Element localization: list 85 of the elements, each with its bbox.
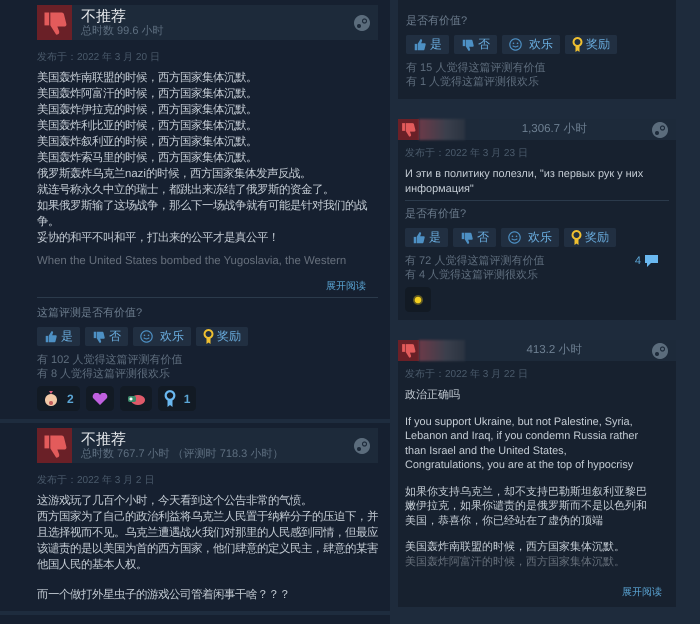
faded-text: When the United States bombed the Yugoslavia, the Western bbox=[37, 254, 346, 269]
playtime: 1,306.7 小时 bbox=[520, 123, 588, 136]
read-more-link[interactable]: 展开阅读 bbox=[622, 584, 676, 598]
vote-button[interactable]: 是 bbox=[406, 35, 449, 54]
steam-logo-icon bbox=[354, 14, 370, 30]
award-chip[interactable] bbox=[120, 386, 152, 411]
review-text: 美国轰炸伊拉克的时候，西方国家集体沉默。 bbox=[37, 102, 258, 118]
speech-bubble-icon bbox=[644, 254, 659, 268]
smiley-icon bbox=[509, 38, 522, 51]
vote-button[interactable]: 欢乐 bbox=[501, 228, 559, 247]
review-text: If you support Ukraine, but not Palestine, Syria, Lebanon and Iraq, if you condemn Russia rather than Israel and the United States, bbox=[405, 414, 640, 458]
medal-icon bbox=[571, 230, 582, 245]
review-text: 如果俄罗斯输了这场战争，那么下一场战争就有可能是针对我们的战争。 bbox=[37, 198, 368, 230]
review-text: 这游戏玩了几百个小时，今天看到这个公告非常的气愤。 bbox=[37, 493, 313, 509]
playtime: 413.2 小时 bbox=[526, 344, 584, 357]
review-verdict: 不推荐 bbox=[81, 430, 127, 448]
heart-icon bbox=[92, 392, 108, 404]
vote-button[interactable]: 奖励 bbox=[564, 228, 616, 247]
vote-button[interactable]: 欢乐 bbox=[133, 327, 191, 346]
vote-count-text: 有 4 人觉得这篇评测很欢乐 bbox=[405, 268, 540, 282]
thumbs-up-icon bbox=[413, 38, 427, 52]
read-more-link[interactable]: 展开阅读 bbox=[326, 279, 378, 293]
faded-text: 美国轰炸阿富汗的时候，西方国家集体沉默。 bbox=[404, 554, 625, 570]
award-chip[interactable] bbox=[86, 386, 114, 411]
vote-button[interactable]: 否 bbox=[454, 35, 497, 54]
review-text: 而一个做打外星虫子的游戏公司管着闲事干啥？？？ bbox=[37, 587, 291, 603]
review-text: 美国轰炸南联盟的时候，西方国家集体沉默。 bbox=[37, 70, 258, 86]
thumbs-down-icon bbox=[461, 38, 475, 52]
review-text: 美国轰炸利比亚的时候，西方国家集体沉默。 bbox=[37, 118, 258, 134]
redacted-name bbox=[419, 119, 465, 140]
posted-date: 发布于：2022 年 3 月 22 日 bbox=[404, 368, 529, 381]
review-text: 如果你支持乌克兰，却不支持巴勒斯坦叙利亚黎巴嫩伊拉克，如果你谴责的是俄罗斯而不是以色列和美国，恭喜你，你已经站在了虚伪的顶端 bbox=[405, 484, 648, 528]
face-icon bbox=[43, 390, 59, 407]
vote-button[interactable]: 否 bbox=[85, 327, 128, 346]
thumbs-up-icon bbox=[44, 330, 58, 344]
vote-count-text: 有 102 人觉得这篇评测有价值 bbox=[37, 353, 182, 367]
helpful-question: 是否有价值? bbox=[405, 207, 468, 221]
medal-icon bbox=[203, 329, 214, 344]
thumbs-down-icon bbox=[92, 330, 106, 344]
review-text: 妥协的和平不叫和平，打出来的公平才是真公平！ bbox=[37, 230, 280, 246]
vote-button[interactable]: 是 bbox=[405, 228, 448, 247]
playtime: 总时数 767.7 小时 （评测时 718.3 小时） bbox=[81, 448, 284, 460]
ribbon-icon bbox=[164, 390, 176, 407]
playtime: 总时数 99.6 小时 bbox=[81, 24, 165, 38]
review-text: 美国轰炸南联盟的时候，西方国家集体沉默。 bbox=[405, 540, 626, 554]
review-text: 就连号称永久中立的瑞士，都跳出来冻结了俄罗斯的资金了。 bbox=[37, 182, 335, 198]
smiley-icon bbox=[140, 330, 153, 343]
vote-button[interactable]: 否 bbox=[453, 228, 496, 247]
review-text: 美国轰炸阿富汗的时候，西方国家集体沉默。 bbox=[37, 86, 258, 102]
medal-icon bbox=[572, 37, 583, 52]
helpful-question: 这篇评测是否有价值? bbox=[37, 306, 144, 320]
steam-logo-icon bbox=[354, 438, 370, 454]
steam-logo-icon bbox=[652, 122, 668, 138]
posted-date: 发布于：2022 年 3 月 23 日 bbox=[404, 147, 529, 160]
review-text: 俄罗斯轰炸乌克兰nazi的时候，西方国家集体发声反战。 bbox=[37, 166, 312, 182]
review-text: 美国轰炸叙利亚的时候，西方国家集体沉默。 bbox=[37, 134, 258, 150]
award-chip[interactable] bbox=[405, 287, 431, 312]
smiley-icon bbox=[508, 231, 521, 244]
vote-count-text: 有 8 人觉得这篇评测很欢乐 bbox=[37, 367, 172, 381]
thumbs-down-icon bbox=[400, 121, 417, 138]
vote-button[interactable]: 是 bbox=[37, 327, 80, 346]
posted-date: 发布于：2022 年 3 月 20 日 bbox=[37, 51, 161, 64]
vote-count-text: 有 1 人觉得这篇评测很欢乐 bbox=[406, 75, 540, 89]
posted-date: 发布于：2022 年 3 月 2 日 bbox=[37, 474, 156, 487]
review-verdict: 不推荐 bbox=[81, 8, 127, 24]
helpful-question: 是否有价值? bbox=[406, 14, 468, 28]
sun-icon bbox=[412, 294, 424, 306]
review-text: 美国轰炸索马里的时候，西方国家集体沉默。 bbox=[37, 150, 258, 166]
steam-logo-icon bbox=[652, 342, 668, 358]
vote-count-text: 有 72 人觉得这篇评测有价值 bbox=[405, 254, 544, 268]
review-text: 西方国家为了自己的政治利益将乌克兰人民置于纳粹分子的压迫下，并且选择视而不见。乌克兰遭遇战火我们对那里的人民感到同情，但最应该谴责的是以美国为首的西方国家，他们肆意的定义民主，肆意的某害他国人民的基本人权。 bbox=[37, 509, 379, 573]
thumbs-down-icon bbox=[400, 342, 417, 359]
redacted-name bbox=[419, 340, 465, 361]
vote-button[interactable]: 奖励 bbox=[565, 35, 617, 54]
comment-count: 4 bbox=[634, 255, 641, 267]
award-chip[interactable]: 1 bbox=[158, 386, 196, 411]
vote-button[interactable]: 欢乐 bbox=[502, 35, 560, 54]
vote-button[interactable]: 奖励 bbox=[196, 327, 248, 346]
review-text: И эти в политику полезли, "из первых рук у них информация" bbox=[405, 167, 644, 196]
review-text: 政治正确吗 bbox=[405, 388, 461, 402]
award-chip[interactable]: 2 bbox=[37, 386, 80, 411]
thumbs-down-icon bbox=[460, 230, 474, 244]
thumbs-up-icon bbox=[412, 230, 426, 244]
review-text: Congratulations, you are at the top of hypocrisy bbox=[405, 458, 634, 472]
vote-count-text: 有 15 人觉得这篇评测有价值 bbox=[406, 61, 546, 75]
